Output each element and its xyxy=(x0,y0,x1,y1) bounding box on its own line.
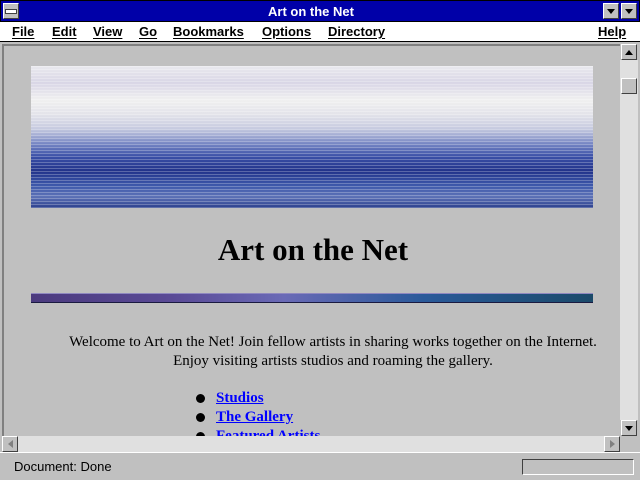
banner-image xyxy=(31,66,593,208)
window-title: Art on the Net xyxy=(268,4,354,19)
maximize-icon xyxy=(625,8,633,14)
system-menu-button[interactable] xyxy=(3,3,19,19)
arrow-right-icon xyxy=(609,440,615,448)
welcome-text-line-1: Welcome to Art on the Net! Join fellow a… xyxy=(69,334,597,350)
minimize-button[interactable] xyxy=(603,3,619,19)
bullet-icon xyxy=(196,394,205,403)
scroll-down-button[interactable] xyxy=(621,420,637,436)
arrow-left-icon xyxy=(7,440,13,448)
title-bar: Art on the Net xyxy=(0,0,640,22)
menu-help[interactable]: Help xyxy=(598,24,626,39)
menu-edit[interactable]: Edit xyxy=(52,24,77,39)
menu-bar: File Edit View Go Bookmarks Options Dire… xyxy=(0,22,640,42)
arrow-down-icon xyxy=(625,425,633,431)
scroll-left-button[interactable] xyxy=(2,436,18,452)
bullet-icon xyxy=(196,413,205,422)
progress-indicator xyxy=(522,459,634,475)
status-bar: Document: Done xyxy=(0,452,640,480)
menu-bookmarks[interactable]: Bookmarks xyxy=(173,24,244,39)
menu-file[interactable]: File xyxy=(12,24,34,39)
menu-directory[interactable]: Directory xyxy=(328,24,385,39)
scroll-right-button[interactable] xyxy=(604,436,620,452)
vertical-scroll-thumb[interactable] xyxy=(621,78,637,94)
menu-view[interactable]: View xyxy=(93,24,122,39)
document-viewport[interactable]: Art on the Net Welcome to Art on the Net… xyxy=(2,44,620,436)
maximize-button[interactable] xyxy=(621,3,637,19)
menu-options[interactable]: Options xyxy=(262,24,311,39)
scrollbar-corner xyxy=(620,436,638,452)
system-menu-icon xyxy=(5,8,17,14)
minimize-icon xyxy=(607,8,615,14)
status-text: Document: Done xyxy=(14,459,112,474)
arrow-up-icon xyxy=(625,49,633,55)
link-featured-artists[interactable]: Featured Artists xyxy=(216,428,320,436)
horizontal-scrollbar[interactable] xyxy=(2,436,620,452)
page-heading: Art on the Net xyxy=(217,232,409,267)
scroll-up-button[interactable] xyxy=(621,44,637,60)
menu-go[interactable]: Go xyxy=(139,24,157,39)
link-studios[interactable]: Studios xyxy=(216,390,264,407)
link-the-gallery[interactable]: The Gallery xyxy=(216,409,293,426)
welcome-text-line-2: Enjoy visiting artists studios and roami… xyxy=(173,353,493,369)
decorative-rule xyxy=(31,293,593,303)
vertical-scrollbar[interactable] xyxy=(620,44,638,436)
vertical-scroll-track[interactable] xyxy=(620,60,638,420)
